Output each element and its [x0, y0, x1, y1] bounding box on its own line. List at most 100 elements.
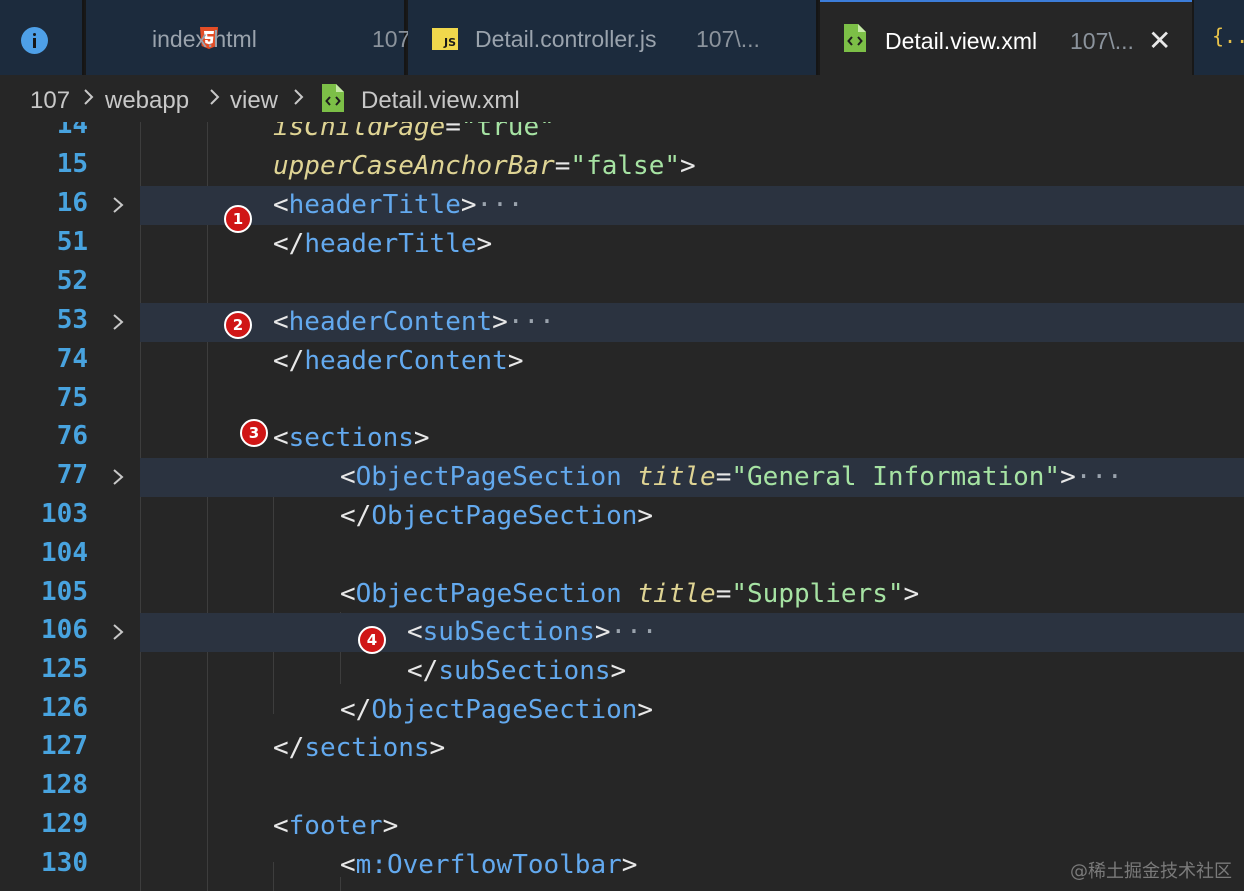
chevron-right-icon[interactable]	[110, 312, 126, 332]
bracket: >	[476, 229, 493, 259]
bracket: <	[407, 617, 423, 647]
line-highlight	[140, 613, 1244, 652]
folded-ellipsis[interactable]: ···	[477, 190, 524, 220]
code-text: </subSections>	[407, 654, 626, 688]
line-number: 130	[41, 848, 88, 878]
folded-ellipsis[interactable]: ···	[611, 617, 658, 647]
attr-value: "true"	[460, 122, 555, 142]
tab-label: Detail.controller.js	[475, 26, 657, 52]
xml-file-icon	[844, 24, 866, 52]
code-line[interactable]: 105 <ObjectPageSection title="Suppliers"…	[0, 575, 1244, 614]
bracket: <	[273, 811, 289, 841]
code-line[interactable]: 125 </subSections>	[0, 652, 1244, 691]
line-number: 15	[56, 149, 88, 179]
attr-name: isChildPage	[273, 122, 446, 142]
equals: =	[715, 462, 732, 492]
chevron-right-icon	[84, 89, 94, 105]
tab-detail-controller[interactable]: JS Detail.controller.js 107\...	[408, 0, 818, 75]
bracket: </	[407, 656, 439, 686]
bracket: </	[340, 695, 372, 725]
code-line[interactable]: 15 upperCaseAnchorBar="false">	[0, 147, 1244, 186]
attr-name: title	[637, 462, 716, 492]
tag-name: m:OverflowToolbar	[355, 850, 622, 880]
tag-name: ObjectPageSection	[371, 695, 638, 725]
breadcrumb-item[interactable]: 107	[30, 87, 70, 115]
breadcrumb-item[interactable]: webapp	[105, 87, 189, 115]
close-icon[interactable]: ✕	[1148, 24, 1171, 58]
chevron-right-icon[interactable]	[110, 195, 126, 215]
line-number: 128	[41, 770, 88, 800]
watermark: @稀土掘金技术社区	[1070, 861, 1232, 882]
tag-name: headerContent	[304, 346, 508, 376]
code-line[interactable]: 52	[0, 264, 1244, 303]
tab-index-html[interactable]: index.html 107\...	[86, 0, 436, 75]
breadcrumb-item[interactable]: Detail.view.xml	[361, 87, 520, 115]
tab-label: index.html	[152, 26, 257, 52]
bracket: <	[340, 462, 356, 492]
bracket: >	[429, 733, 446, 763]
line-number: 106	[41, 615, 88, 645]
line-number: 51	[56, 227, 88, 257]
code-line[interactable]: 103 </ObjectPageSection>	[0, 497, 1244, 536]
xml-file-icon	[322, 84, 344, 112]
tag-name: subSections	[422, 617, 595, 647]
code-text: <m:OverflowToolbar>	[340, 848, 637, 882]
code-line[interactable]: 75	[0, 381, 1244, 420]
attr-name: title	[637, 579, 716, 609]
breadcrumb-item[interactable]: view	[230, 87, 278, 115]
bracket: >	[610, 656, 627, 686]
chevron-right-icon[interactable]	[110, 467, 126, 487]
code-line[interactable]: 130 <m:OverflowToolbar>	[0, 846, 1244, 885]
attr-value: "Suppliers"	[731, 579, 904, 609]
equals: =	[715, 579, 732, 609]
chevron-right-icon	[294, 89, 304, 105]
tag-name: headerTitle	[288, 190, 461, 220]
code-line[interactable]: 51 </headerTitle>	[0, 225, 1244, 264]
line-number: 75	[56, 383, 88, 413]
folded-ellipsis[interactable]: ···	[1076, 462, 1123, 492]
code-line[interactable]: 104	[0, 536, 1244, 575]
bracket: >	[382, 811, 399, 841]
code-line-folded[interactable]: 16 <headerTitle>···	[0, 186, 1244, 225]
annotation-badge-2: 2	[224, 311, 252, 339]
tab-info[interactable]	[0, 0, 84, 75]
bracket: >	[1060, 462, 1076, 492]
tag-name: headerContent	[288, 307, 493, 337]
code-text: <sections>	[273, 421, 430, 455]
json-file-icon: {..}	[1212, 24, 1244, 48]
code-line[interactable]: 128	[0, 768, 1244, 807]
line-number: 104	[41, 538, 88, 568]
line-number: 105	[41, 577, 88, 607]
attr-value: "General Information"	[731, 462, 1061, 492]
tag-name: sections	[304, 733, 430, 763]
code-line[interactable]: 126 </ObjectPageSection>	[0, 691, 1244, 730]
bracket: >	[507, 346, 524, 376]
bracket: </	[273, 229, 305, 259]
line-number: 14	[56, 122, 88, 140]
bracket: >	[637, 501, 654, 531]
code-editor[interactable]: 14 isChildPage="true" 15 upperCaseAnchor…	[0, 122, 1244, 891]
line-number: 127	[41, 731, 88, 761]
bracket: >	[594, 617, 611, 647]
code-line-folded[interactable]: 77 <ObjectPageSection title="General Inf…	[0, 458, 1244, 497]
chevron-right-icon[interactable]	[110, 622, 126, 642]
code-line[interactable]: 76 <sections>	[0, 419, 1244, 458]
bracket: >	[903, 579, 920, 609]
code-line[interactable]: 129 <footer>	[0, 807, 1244, 846]
folded-ellipsis[interactable]: ···	[508, 307, 555, 337]
line-number: 125	[41, 654, 88, 684]
bracket: >	[413, 423, 430, 453]
tag-name: ObjectPageSection	[355, 462, 622, 492]
tag-name: ObjectPageSection	[371, 501, 638, 531]
bracket: >	[637, 695, 654, 725]
code-line-folded[interactable]: 106 <subSections>···	[0, 613, 1244, 652]
tab-json[interactable]: {..}	[1194, 0, 1244, 75]
code-line-folded[interactable]: 53 <headerContent>···	[0, 303, 1244, 342]
code-line[interactable]: 74 </headerContent>	[0, 342, 1244, 381]
tab-detail-view[interactable]: Detail.view.xml 107\... ✕	[820, 0, 1192, 75]
code-line[interactable]: 127 </sections>	[0, 729, 1244, 768]
line-number: 76	[56, 421, 88, 451]
tag-name: ObjectPageSection	[355, 579, 622, 609]
code-line[interactable]: 14 isChildPage="true"	[0, 122, 1244, 147]
bracket: </	[273, 733, 305, 763]
